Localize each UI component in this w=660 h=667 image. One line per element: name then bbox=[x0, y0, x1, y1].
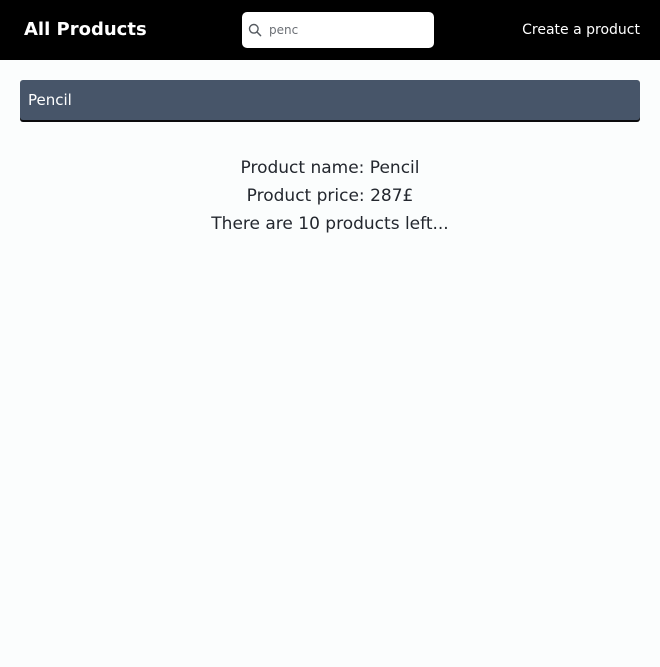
search-input[interactable] bbox=[269, 12, 427, 48]
search-box[interactable] bbox=[242, 12, 434, 48]
top-navigation-bar: All Products Create a product bbox=[0, 0, 660, 60]
search-result-item[interactable]: Pencil bbox=[20, 80, 640, 120]
product-name-text: Product name: Pencil bbox=[240, 158, 420, 178]
page-title: All Products bbox=[24, 19, 147, 40]
product-price-text: Product price: 287£ bbox=[246, 186, 414, 206]
product-stock-text: There are 10 products left... bbox=[211, 214, 449, 234]
search-result-label: Pencil bbox=[28, 91, 72, 109]
create-product-link[interactable]: Create a product bbox=[522, 20, 640, 40]
product-details: Product name: Pencil Product price: 287£… bbox=[0, 154, 660, 238]
search-icon bbox=[248, 23, 262, 37]
